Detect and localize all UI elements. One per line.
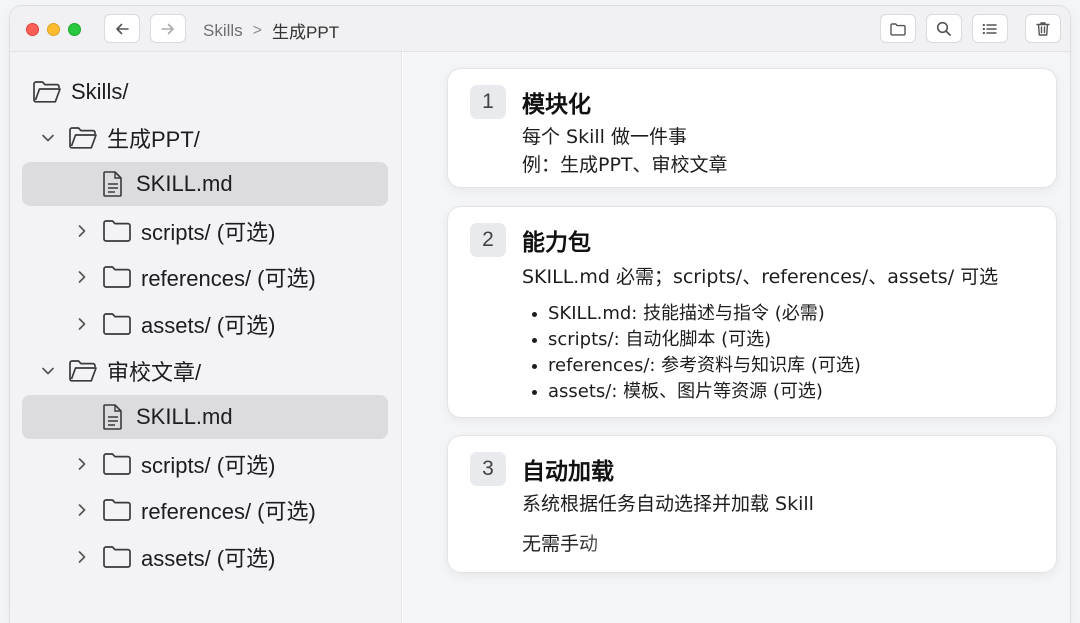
- concept-card-auto-load: 3 自动加载 系统根据任务自动选择并加载 Skill 无需手动: [447, 435, 1057, 573]
- folder-icon: [103, 313, 131, 335]
- tree-folder-label: scripts/ (可选): [141, 453, 276, 478]
- tree-root-skills[interactable]: Skills/: [32, 70, 128, 114]
- card-number-badge: 3: [470, 452, 506, 486]
- breadcrumb-item-current[interactable]: 生成PPT: [272, 18, 339, 43]
- back-button[interactable]: [104, 14, 140, 43]
- tree-file-skill-md[interactable]: SKILL.md: [22, 395, 388, 439]
- card-number-badge: 1: [470, 85, 506, 119]
- folder-open-icon: [69, 360, 97, 382]
- tree-file-skill-md[interactable]: SKILL.md: [22, 162, 388, 206]
- breadcrumb: Skills > 生成PPT: [203, 18, 339, 43]
- chevron-right-icon[interactable]: [74, 502, 90, 518]
- folder-icon: [103, 546, 131, 568]
- document-icon: [103, 404, 122, 430]
- titlebar: Skills > 生成PPT: [10, 6, 1070, 52]
- folder-icon: [103, 220, 131, 242]
- folder-icon: [103, 499, 131, 521]
- chevron-right-icon[interactable]: [74, 223, 90, 239]
- folder-open-icon: [69, 127, 97, 149]
- zoom-window-button[interactable]: [68, 23, 81, 36]
- card-description: 每个 Skill 做一件事: [522, 126, 687, 148]
- card-title: 模块化: [522, 92, 591, 118]
- folder-open-icon: [33, 81, 61, 103]
- search-button[interactable]: [926, 14, 962, 43]
- tree-folder-label: 审校文章/: [107, 360, 202, 385]
- tree-folder-references[interactable]: references/ (可选): [74, 488, 316, 532]
- new-folder-button[interactable]: [880, 14, 916, 43]
- tree-file-label: SKILL.md: [136, 171, 233, 196]
- tree-file-label: SKILL.md: [136, 404, 233, 429]
- tree-folder-generate-ppt[interactable]: 生成PPT/: [40, 116, 200, 160]
- list-item: references/: 参考资料与知识库 (可选): [530, 353, 861, 379]
- card-title: 能力包: [522, 230, 591, 256]
- folder-icon: [103, 453, 131, 475]
- chevron-right-icon[interactable]: [74, 269, 90, 285]
- chevron-right-icon[interactable]: [74, 549, 90, 565]
- folder-icon: [103, 266, 131, 288]
- tree-folder-review-article[interactable]: 审校文章/: [40, 349, 201, 393]
- tree-folder-label: assets/ (可选): [141, 313, 276, 338]
- card-description: SKILL.md 必需；scripts/、references/、assets/…: [522, 266, 999, 288]
- delete-button[interactable]: [1025, 14, 1061, 43]
- breadcrumb-item-skills[interactable]: Skills: [203, 21, 243, 41]
- chevron-right-icon[interactable]: [74, 316, 90, 332]
- tree-root-label: Skills/: [71, 79, 129, 104]
- fade-overlay: [578, 518, 898, 568]
- concept-card-capability-pack: 2 能力包 SKILL.md 必需；scripts/、references/、a…: [447, 206, 1057, 418]
- back-arrow-icon: [116, 23, 129, 34]
- list-item: assets/: 模板、图片等资源 (可选): [530, 379, 861, 405]
- finder-window: Skills > 生成PPT Skills/ 生成PPT/ SKILL.md s…: [10, 6, 1070, 623]
- main-content: 1 模块化 每个 Skill 做一件事 例：生成PPT、审校文章 2 能力包 S…: [403, 52, 1070, 623]
- list-icon: [982, 23, 997, 34]
- chevron-down-icon[interactable]: [40, 130, 56, 146]
- card-bullet-list: SKILL.md: 技能描述与指令 (必需) scripts/: 自动化脚本 (…: [530, 301, 861, 405]
- concept-card-modular: 1 模块化 每个 Skill 做一件事 例：生成PPT、审校文章: [447, 68, 1057, 188]
- tree-folder-label: references/ (可选): [141, 266, 316, 291]
- tree-folder-references[interactable]: references/ (可选): [74, 255, 316, 299]
- tree-folder-label: scripts/ (可选): [141, 220, 276, 245]
- tree-folder-label: references/ (可选): [141, 499, 316, 524]
- tree-folder-assets[interactable]: assets/ (可选): [74, 535, 275, 579]
- search-icon: [936, 21, 951, 36]
- close-window-button[interactable]: [26, 23, 39, 36]
- tree-folder-label: 生成PPT/: [107, 127, 200, 152]
- tree-folder-scripts[interactable]: scripts/ (可选): [74, 209, 275, 253]
- minimize-window-button[interactable]: [47, 23, 60, 36]
- trash-icon: [1036, 21, 1050, 36]
- document-icon: [103, 171, 122, 197]
- chevron-right-icon[interactable]: [74, 456, 90, 472]
- list-view-button[interactable]: [972, 14, 1008, 43]
- breadcrumb-separator: >: [252, 21, 263, 39]
- forward-button[interactable]: [150, 14, 186, 43]
- sidebar-file-tree: Skills/ 生成PPT/ SKILL.md scripts/ (可选) re…: [10, 52, 402, 623]
- forward-arrow-icon: [161, 23, 174, 34]
- list-item: SKILL.md: 技能描述与指令 (必需): [530, 301, 861, 327]
- tree-folder-label: assets/ (可选): [141, 546, 276, 571]
- tree-folder-scripts[interactable]: scripts/ (可选): [74, 442, 275, 486]
- tree-folder-assets[interactable]: assets/ (可选): [74, 302, 275, 346]
- card-description: 系统根据任务自动选择并加载 Skill: [522, 493, 814, 515]
- list-item: scripts/: 自动化脚本 (可选): [530, 327, 861, 353]
- folder-icon: [890, 22, 906, 36]
- card-number-badge: 2: [470, 223, 506, 257]
- chevron-down-icon[interactable]: [40, 363, 56, 379]
- card-example: 例：生成PPT、审校文章: [522, 154, 728, 176]
- card-title: 自动加载: [522, 459, 614, 485]
